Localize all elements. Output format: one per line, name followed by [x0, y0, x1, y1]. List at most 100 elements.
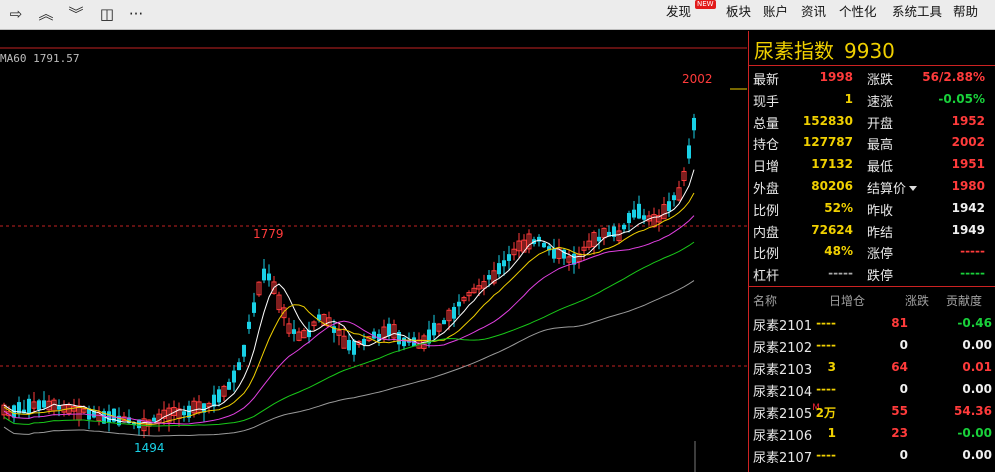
- quote-key-text: 昨结: [867, 225, 894, 241]
- quote-key: 速涨: [867, 91, 893, 110]
- menu-system-tools[interactable]: 系统工具: [892, 0, 942, 30]
- contract-increase: 2万: [815, 406, 836, 420]
- candle-body: [452, 306, 456, 319]
- quote-value: 1951: [951, 157, 985, 172]
- contract-increase: 3: [827, 360, 836, 374]
- contract-contribution: -0.00: [957, 426, 992, 440]
- quote-cell-left: 现手 1: [749, 88, 856, 110]
- quote-key: 比例: [753, 247, 780, 263]
- contract-name: 尿素2101: [753, 315, 812, 334]
- candle-body: [552, 248, 556, 259]
- candle-body: [402, 337, 406, 347]
- candle-body: [672, 195, 676, 201]
- top-toolbar: ⇨ ︽ ︾ ◫ ··· 发现 NEW 板块 账户 资讯 个性化 系统工具 帮助: [0, 0, 995, 30]
- layout-grid-icon[interactable]: ◫: [95, 3, 119, 25]
- contract-row[interactable]: 尿素2103 3 64 0.01: [749, 356, 995, 378]
- kline-svg[interactable]: 2002 1779 1494: [0, 31, 747, 472]
- quote-cell-left: 日增 17132: [749, 153, 856, 175]
- contract-row[interactable]: 尿素2102 ---- 0 0.00: [749, 334, 995, 356]
- contract-change: 55: [891, 404, 908, 418]
- contract-row[interactable]: 尿素2107 ---- 0 0.00: [749, 444, 995, 466]
- candle-body: [347, 339, 351, 351]
- quote-key: 结算价: [867, 178, 918, 197]
- quote-panel: 尿素指数 9930 最新 1998 涨跌 56/2.88% 现手 1 速涨 -0.05% 总量 15…: [748, 31, 995, 472]
- col-contribution[interactable]: 贡献度: [946, 292, 982, 309]
- expand-down-icon[interactable]: ︾: [64, 3, 88, 25]
- quote-cell-right: 开盘 1952: [863, 110, 988, 132]
- quote-key: 开盘: [867, 113, 893, 132]
- candle-body: [247, 321, 251, 329]
- quote-row: 日增 17132 最低 1951: [749, 153, 995, 175]
- quote-value: 1949: [951, 222, 985, 237]
- quote-cell-right: 昨结 1949: [863, 219, 988, 241]
- menu-personalize[interactable]: 个性化: [839, 0, 877, 30]
- quote-cell-left: 最新 1998: [749, 66, 856, 88]
- contract-name-text: 尿素2103: [753, 363, 813, 378]
- back-arrow-icon[interactable]: ⇨: [4, 3, 28, 25]
- candle-body: [217, 389, 221, 403]
- candle-body: [457, 301, 461, 307]
- quote-key: 昨收: [867, 200, 893, 219]
- contract-name-text: 尿素2107: [753, 451, 813, 466]
- ma60-label: MA60 1791.57: [0, 52, 80, 65]
- contract-name: 尿素2106: [753, 425, 812, 444]
- contract-increase: ----: [816, 338, 836, 352]
- contract-row[interactable]: 尿素2106 1 23 -0.00: [749, 422, 995, 444]
- contract-increase: 1: [827, 426, 836, 440]
- contract-row[interactable]: 尿素2105M 2万 55 54.36: [749, 400, 995, 422]
- quote-row: 比例 48% 涨停 -----: [749, 240, 995, 262]
- col-change[interactable]: 涨跌: [905, 292, 929, 309]
- candle-body: [597, 236, 601, 242]
- quote-key: 总量: [753, 116, 780, 132]
- menu-sector[interactable]: 板块: [726, 0, 751, 30]
- contract-contribution: -0.46: [957, 316, 992, 330]
- menu-help[interactable]: 帮助: [953, 0, 978, 30]
- menu-discover[interactable]: 发现: [666, 0, 691, 30]
- contract-name-text: 尿素2104: [753, 385, 813, 400]
- quote-value: 72624: [811, 222, 853, 237]
- quote-key: 跌停: [867, 265, 893, 284]
- candle-body: [182, 411, 186, 416]
- contract-row[interactable]: 尿素2104 ---- 0 0.00: [749, 378, 995, 400]
- candle-body: [487, 275, 491, 280]
- quote-key-text: 最低: [867, 160, 894, 176]
- col-increase[interactable]: 日增仓: [829, 292, 865, 309]
- quote-key: 涨跌: [867, 69, 893, 88]
- quote-cell-right: 最高 2002: [863, 131, 988, 153]
- quote-value: -0.05%: [938, 91, 985, 106]
- quote-cell-left: 杠杆 -----: [749, 262, 856, 284]
- candle-body: [687, 145, 691, 159]
- more-icon[interactable]: ···: [124, 3, 148, 25]
- quote-key-text: 最高: [867, 138, 894, 154]
- quote-value: 80206: [811, 178, 853, 193]
- menu-account[interactable]: 账户: [763, 0, 788, 30]
- contract-name: 尿素2104: [753, 381, 812, 400]
- contract-increase: ----: [816, 316, 836, 330]
- quote-key: 涨停: [867, 243, 893, 262]
- candle-body: [227, 381, 231, 390]
- col-name[interactable]: 名称: [753, 292, 777, 309]
- candle-body: [632, 209, 636, 218]
- quote-cell-left: 持仓 127787: [749, 131, 856, 153]
- candle-body: [292, 329, 296, 334]
- candle-body: [507, 254, 511, 261]
- contract-change: 0: [899, 448, 908, 462]
- candle-body: [667, 201, 671, 212]
- quote-value: -----: [960, 244, 985, 259]
- candle-body: [387, 323, 391, 337]
- quote-value: -----: [828, 266, 853, 281]
- quote-row: 内盘 72624 昨结 1949: [749, 219, 995, 241]
- contract-row[interactable]: 尿素2101 ---- 81 -0.46: [749, 312, 995, 334]
- quote-cell-right: 速涨 -0.05%: [863, 88, 988, 110]
- chevron-down-icon[interactable]: [909, 185, 918, 191]
- menu-news[interactable]: 资讯: [801, 0, 826, 30]
- collapse-up-icon[interactable]: ︽: [34, 3, 58, 25]
- quote-cell-right: 昨收 1942: [863, 197, 988, 219]
- quote-key: 杠杆: [753, 269, 780, 285]
- candle-body: [432, 322, 436, 336]
- candle-body: [622, 224, 626, 230]
- quote-row: 最新 1998 涨跌 56/2.88%: [749, 66, 995, 88]
- candle-body: [497, 263, 501, 275]
- contract-contribution: 0.00: [962, 338, 992, 352]
- candlestick-chart[interactable]: 2002 1779 1494 MA60 1791.57: [0, 31, 747, 472]
